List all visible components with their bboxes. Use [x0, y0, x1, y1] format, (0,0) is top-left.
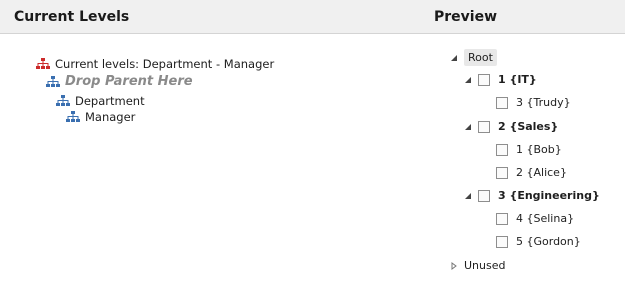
leaf-label: 3 {Trudy} [516, 96, 571, 109]
level-item-label: Manager [85, 110, 136, 124]
drop-parent-label: Drop Parent Here [65, 74, 193, 89]
leaf-checkbox[interactable] [496, 166, 508, 179]
tree-root-label: Root [464, 49, 497, 66]
tree-node-leaf[interactable]: 3 {Trudy} [496, 96, 571, 109]
expanded-triangle-icon[interactable] [464, 123, 472, 131]
unused-label: Unused [464, 259, 506, 272]
preview-panel: Root 1 {IT} 3 {Trudy} 2 {Sales} 1 {Bob} … [430, 34, 625, 283]
leaf-checkbox[interactable] [496, 96, 508, 109]
group-label: 2 {Sales} [498, 120, 559, 133]
hierarchy-blue-icon [66, 111, 80, 122]
leaf-label: 1 {Bob} [516, 143, 562, 156]
leaf-label: 4 {Selina} [516, 212, 575, 225]
group-checkbox[interactable] [478, 120, 490, 133]
tree-node-leaf[interactable]: 5 {Gordon} [496, 235, 581, 248]
expanded-triangle-icon[interactable] [450, 54, 458, 62]
group-checkbox[interactable] [478, 189, 490, 202]
group-label: 1 {IT} [498, 73, 537, 86]
expanded-triangle-icon[interactable] [464, 192, 472, 200]
hierarchy-red-icon [36, 58, 50, 69]
leaf-checkbox[interactable] [496, 235, 508, 248]
current-levels-root[interactable]: Current levels: Department - Manager [36, 57, 274, 71]
expanded-triangle-icon[interactable] [464, 76, 472, 84]
tree-node-leaf[interactable]: 2 {Alice} [496, 166, 567, 179]
tree-node-group[interactable]: 1 {IT} [464, 73, 537, 86]
collapsed-triangle-icon[interactable] [450, 261, 458, 270]
header-bar: Current Levels Preview [0, 0, 625, 34]
tree-node-unused[interactable]: Unused [450, 259, 505, 272]
leaf-checkbox[interactable] [496, 212, 508, 225]
preview-title: Preview [434, 9, 498, 25]
tree-node-root[interactable]: Root [450, 49, 497, 66]
group-label: 3 {Engineering} [498, 189, 600, 202]
level-item-department[interactable]: Department [56, 94, 145, 108]
level-item-manager[interactable]: Manager [66, 110, 135, 124]
leaf-label: 2 {Alice} [516, 166, 567, 179]
level-item-label: Department [75, 94, 145, 108]
leaf-label: 5 {Gordon} [516, 235, 581, 248]
tree-node-leaf[interactable]: 1 {Bob} [496, 143, 562, 156]
hierarchy-blue-icon [46, 75, 60, 87]
tree-node-leaf[interactable]: 4 {Selina} [496, 212, 574, 225]
current-levels-label: Current levels: Department - Manager [55, 57, 275, 71]
tree-node-group[interactable]: 2 {Sales} [464, 120, 558, 133]
drop-parent-target[interactable]: Drop Parent Here [46, 74, 193, 89]
current-levels-title: Current Levels [14, 9, 130, 25]
tree-node-group[interactable]: 3 {Engineering} [464, 189, 600, 202]
hierarchy-blue-icon [56, 95, 70, 106]
leaf-checkbox[interactable] [496, 143, 508, 156]
group-checkbox[interactable] [478, 73, 490, 86]
current-levels-panel: Current levels: Department - Manager Dro… [0, 34, 430, 283]
